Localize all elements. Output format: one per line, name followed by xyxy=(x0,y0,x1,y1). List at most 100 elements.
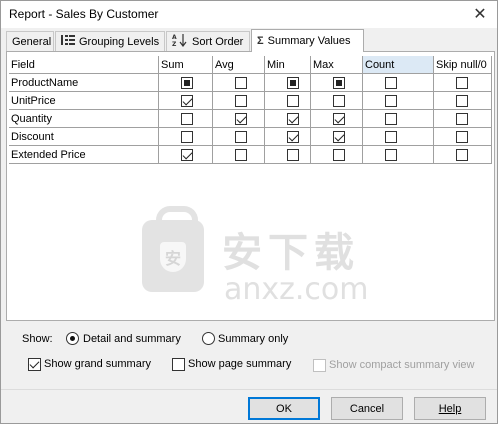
show-compact-summary-label: Show compact summary view xyxy=(329,359,475,371)
summary-cell xyxy=(311,128,363,146)
summary-cell xyxy=(311,110,363,128)
min-checkbox[interactable] xyxy=(287,76,299,89)
summary-cell xyxy=(159,92,213,110)
ok-button[interactable]: OK xyxy=(248,397,320,420)
show-compact-summary-checkbox[interactable] xyxy=(313,359,326,372)
sort-az-icon: AZ xyxy=(172,33,188,50)
summary-only-radio[interactable] xyxy=(202,332,215,345)
summary-cell xyxy=(213,146,265,164)
show-label: Show: xyxy=(22,333,53,345)
detail-and-summary-radio[interactable] xyxy=(66,332,79,345)
summary-cell xyxy=(434,128,492,146)
svg-text:Z: Z xyxy=(172,41,177,47)
tab-summary-values-label: Summary Values xyxy=(267,35,351,47)
show-grand-summary-checkbox[interactable] xyxy=(28,358,41,371)
count-checkbox[interactable] xyxy=(385,130,397,143)
column-header-skip-null-0[interactable]: Skip null/0 xyxy=(434,56,492,74)
summary-cell xyxy=(213,110,265,128)
tab-summary-values[interactable]: Σ Summary Values xyxy=(251,29,364,52)
column-header-sum[interactable]: Sum xyxy=(159,56,213,74)
summary-cell xyxy=(363,74,434,92)
sum-checkbox[interactable] xyxy=(181,94,193,107)
table-row: UnitPrice xyxy=(9,92,492,110)
tab-grouping-levels-label: Grouping Levels xyxy=(79,35,160,48)
detail-and-summary-label[interactable]: Detail and summary xyxy=(83,333,181,345)
table-row: Quantity xyxy=(9,110,492,128)
summary-cell xyxy=(213,128,265,146)
skip-null-0-checkbox[interactable] xyxy=(456,94,468,107)
show-grand-summary-label[interactable]: Show grand summary xyxy=(44,358,151,370)
help-button[interactable]: Help xyxy=(414,397,486,420)
column-header-field[interactable]: Field xyxy=(9,56,159,74)
show-page-summary-checkbox[interactable] xyxy=(172,358,185,371)
column-header-min[interactable]: Min xyxy=(265,56,311,74)
field-name-cell: Discount xyxy=(9,128,159,146)
summary-cell xyxy=(311,74,363,92)
summary-cell xyxy=(265,146,311,164)
avg-checkbox[interactable] xyxy=(235,94,247,107)
grid-header-row: Field Sum Avg Min Max Count Skip null/0 xyxy=(9,56,492,74)
tab-sort-order-label: Sort Order xyxy=(192,35,244,48)
summary-cell xyxy=(265,128,311,146)
avg-checkbox[interactable] xyxy=(235,130,247,143)
summary-cell xyxy=(311,146,363,164)
sum-checkbox[interactable] xyxy=(181,130,193,143)
window-title: Report - Sales By Customer xyxy=(9,7,159,21)
tab-sort-order[interactable]: AZ Sort Order xyxy=(166,31,250,51)
summary-cell xyxy=(265,110,311,128)
summary-cell xyxy=(434,74,492,92)
max-checkbox[interactable] xyxy=(333,130,345,143)
sum-checkbox[interactable] xyxy=(181,148,193,161)
field-name-cell: Quantity xyxy=(9,110,159,128)
sigma-icon: Σ xyxy=(257,35,264,47)
summary-cell xyxy=(363,128,434,146)
skip-null-0-checkbox[interactable] xyxy=(456,76,468,89)
svg-text:A: A xyxy=(172,34,177,41)
column-header-count[interactable]: Count xyxy=(363,56,434,74)
summary-cell xyxy=(159,128,213,146)
sum-checkbox[interactable] xyxy=(181,76,193,89)
show-page-summary-label[interactable]: Show page summary xyxy=(188,358,291,370)
close-button[interactable]: ✕ xyxy=(469,4,491,24)
avg-checkbox[interactable] xyxy=(235,76,247,89)
skip-null-0-checkbox[interactable] xyxy=(456,112,468,125)
count-checkbox[interactable] xyxy=(385,76,397,89)
max-checkbox[interactable] xyxy=(333,148,345,161)
count-checkbox[interactable] xyxy=(385,94,397,107)
column-header-avg[interactable]: Avg xyxy=(213,56,265,74)
tab-general[interactable]: General xyxy=(6,31,54,51)
summary-cell xyxy=(363,146,434,164)
watermark-shield-icon: 安 xyxy=(160,242,186,272)
count-checkbox[interactable] xyxy=(385,148,397,161)
summary-only-label[interactable]: Summary only xyxy=(218,333,288,345)
summary-cell xyxy=(265,92,311,110)
summary-cell xyxy=(213,92,265,110)
report-dialog: Report - Sales By Customer ✕ General Gro… xyxy=(0,0,498,424)
avg-checkbox[interactable] xyxy=(235,148,247,161)
tab-general-label: General xyxy=(12,35,52,48)
summary-cell xyxy=(434,92,492,110)
summary-cell xyxy=(265,74,311,92)
summary-cell xyxy=(434,146,492,164)
avg-checkbox[interactable] xyxy=(235,112,247,125)
summary-cell xyxy=(159,74,213,92)
cancel-button[interactable]: Cancel xyxy=(331,397,403,420)
max-checkbox[interactable] xyxy=(333,112,345,125)
max-checkbox[interactable] xyxy=(333,94,345,107)
min-checkbox[interactable] xyxy=(287,130,299,143)
button-separator xyxy=(1,389,497,390)
min-checkbox[interactable] xyxy=(287,94,299,107)
grouping-levels-icon xyxy=(61,34,75,49)
tab-grouping-levels[interactable]: Grouping Levels xyxy=(55,31,165,51)
sum-checkbox[interactable] xyxy=(181,112,193,125)
skip-null-0-checkbox[interactable] xyxy=(456,130,468,143)
min-checkbox[interactable] xyxy=(287,112,299,125)
skip-null-0-checkbox[interactable] xyxy=(456,148,468,161)
column-header-max[interactable]: Max xyxy=(311,56,363,74)
watermark-cn-text: 安下载 xyxy=(222,230,360,276)
watermark-bag-icon: 安 xyxy=(142,206,204,292)
min-checkbox[interactable] xyxy=(287,148,299,161)
count-checkbox[interactable] xyxy=(385,112,397,125)
watermark-en-text: anxz.com xyxy=(224,272,369,307)
max-checkbox[interactable] xyxy=(333,76,345,89)
